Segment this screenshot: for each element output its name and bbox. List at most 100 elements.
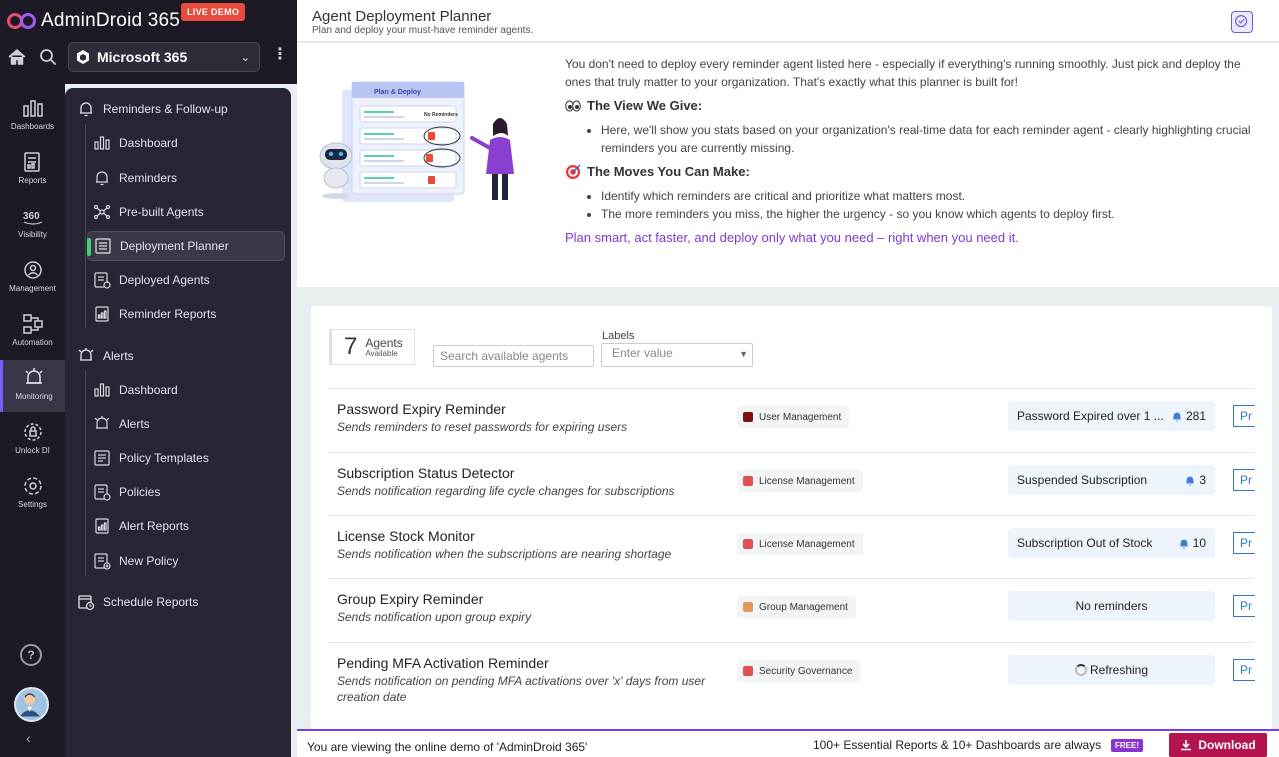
sidebar-item-policy-templates[interactable]: Policy Templates bbox=[87, 443, 285, 473]
rail-item-reports[interactable]: Reports bbox=[0, 144, 65, 196]
sidebar-item-alert-reports[interactable]: Alert Reports bbox=[87, 511, 285, 541]
bell-icon bbox=[1172, 412, 1181, 421]
rail-item-unlock-di[interactable]: Unlock DI bbox=[0, 414, 65, 466]
agent-description: Sends notification regarding life cycle … bbox=[337, 484, 675, 498]
sidebar: Reminders & Follow-up Dashboard Reminder… bbox=[65, 88, 291, 757]
sidebar-item-prebuilt-agents[interactable]: Pre-built Agents bbox=[87, 197, 285, 227]
agent-category-label: User Management bbox=[759, 411, 842, 423]
rail-item-dashboards[interactable]: Dashboards bbox=[0, 90, 65, 142]
bar-chart-icon bbox=[94, 383, 110, 397]
agent-stat-count: 3 bbox=[1185, 473, 1206, 487]
deployed-agents-icon bbox=[94, 272, 111, 289]
rail-item-monitoring[interactable]: Monitoring bbox=[0, 360, 65, 412]
download-button[interactable]: Download bbox=[1169, 733, 1267, 757]
agent-category-tag: License Management bbox=[737, 470, 863, 492]
agent-row[interactable]: Subscription Status Detector Sends notifi… bbox=[328, 452, 1255, 516]
agent-row[interactable]: License Stock Monitor Sends notification … bbox=[328, 515, 1255, 579]
eyes-icon bbox=[565, 100, 581, 112]
template-icon bbox=[94, 450, 110, 466]
rail-label: Settings bbox=[18, 500, 47, 509]
agent-stat: No reminders bbox=[1008, 591, 1215, 621]
view-heading: The View We Give: bbox=[565, 97, 1265, 115]
home-icon[interactable] bbox=[7, 48, 27, 66]
tenant-select[interactable]: Microsoft 365 ⌄ bbox=[68, 42, 260, 72]
user-avatar[interactable] bbox=[14, 687, 49, 722]
planner-icon bbox=[95, 238, 111, 254]
sidebar-item-reminders-dashboard[interactable]: Dashboard bbox=[87, 128, 285, 158]
search-agents-input[interactable] bbox=[433, 345, 594, 367]
calendar-clock-icon bbox=[78, 595, 95, 611]
more-options-icon[interactable]: ⋮ bbox=[272, 47, 288, 63]
sidebar-section-reminders[interactable]: Reminders & Follow-up bbox=[77, 100, 228, 118]
agent-stat[interactable]: Subscription Out of Stock 10 bbox=[1008, 528, 1215, 558]
agent-description: Sends reminders to reset passwords for e… bbox=[337, 420, 628, 434]
agent-title: Pending MFA Activation Reminder bbox=[337, 655, 549, 671]
agent-action-button[interactable]: Pr bbox=[1233, 532, 1255, 554]
sidebar-item-deployed-agents[interactable]: Deployed Agents bbox=[87, 265, 285, 295]
agent-stat[interactable]: Suspended Subscription 3 bbox=[1008, 465, 1215, 495]
brand-logo[interactable]: AdminDroid 365 bbox=[5, 8, 180, 34]
help-icon[interactable]: ? bbox=[20, 644, 42, 666]
sidebar-item-alerts-dashboard[interactable]: Dashboard bbox=[87, 375, 285, 405]
sidebar-item-label: Dashboard bbox=[119, 136, 178, 150]
rail-label: Management bbox=[9, 284, 56, 293]
agent-category-tag: Group Management bbox=[737, 596, 856, 618]
alarm-icon bbox=[25, 368, 43, 384]
tree-line bbox=[85, 124, 86, 328]
view-heading-text: The View We Give: bbox=[587, 98, 703, 113]
agent-category-tag: Security Governance bbox=[737, 660, 861, 682]
header-action-button[interactable] bbox=[1231, 11, 1253, 33]
sidebar-item-policies[interactable]: Policies bbox=[87, 477, 285, 507]
agent-row[interactable]: Pending MFA Activation Reminder Sends not… bbox=[328, 642, 1255, 706]
sidebar-item-label: Policy Templates bbox=[119, 451, 209, 465]
sidebar-item-deployment-planner[interactable]: Deployment Planner bbox=[87, 231, 285, 261]
demo-footer: You are viewing the online demo of 'Admi… bbox=[297, 729, 1279, 757]
sidebar-item-label: Reminders bbox=[119, 171, 178, 185]
collapse-sidebar-icon[interactable]: ‹ bbox=[26, 730, 31, 746]
sidebar-section-schedule-reports[interactable]: Schedule Reports bbox=[77, 593, 198, 611]
labels-filter-select[interactable]: Enter value ▼ bbox=[601, 343, 753, 367]
sidebar-item-label: Deployment Planner bbox=[120, 239, 229, 253]
intro-cta: Plan smart, act faster, and deploy only … bbox=[565, 230, 1019, 245]
report-icon bbox=[95, 306, 109, 322]
tag-color-dot bbox=[743, 666, 753, 676]
agent-row[interactable]: Group Expiry Reminder Sends notification … bbox=[328, 578, 1255, 642]
bell-icon bbox=[80, 102, 92, 117]
tag-color-dot bbox=[743, 412, 753, 422]
agent-category-tag: User Management bbox=[737, 406, 850, 428]
users-gear-icon bbox=[23, 261, 42, 279]
agent-title: Group Expiry Reminder bbox=[337, 591, 484, 607]
sidebar-item-alerts[interactable]: Alerts bbox=[87, 409, 285, 439]
intro-panel: Plan & Deploy No Reminders You don't nee… bbox=[297, 43, 1279, 287]
check-badge-icon bbox=[1235, 15, 1248, 28]
rail-item-visibility[interactable]: 360 Visibility bbox=[0, 198, 65, 250]
agent-action-button[interactable]: Pr bbox=[1233, 405, 1255, 427]
rail-item-automation[interactable]: Automation bbox=[0, 306, 65, 358]
agent-stat[interactable]: Password Expired over 1 ... 281 bbox=[1008, 401, 1215, 431]
sidebar-item-label: Alerts bbox=[119, 417, 150, 431]
agent-stat-count: 281 bbox=[1172, 409, 1206, 423]
agent-row[interactable]: Password Expiry Reminder Sends reminders … bbox=[328, 388, 1255, 452]
agent-description: Sends notification on pending MFA activa… bbox=[337, 674, 706, 704]
agent-category-tag: License Management bbox=[737, 533, 863, 555]
search-icon[interactable] bbox=[39, 48, 57, 66]
sidebar-section-alerts[interactable]: Alerts bbox=[77, 347, 134, 365]
brand-name: AdminDroid 365 bbox=[41, 10, 181, 31]
footer-demo-prefix: You are viewing the online demo of bbox=[307, 740, 494, 754]
moves-heading: The Moves You Can Make: bbox=[565, 163, 1265, 181]
sidebar-item-reminder-reports[interactable]: Reminder Reports bbox=[87, 299, 285, 329]
primary-nav-rail: Dashboards Reports 360 Visibility Manage… bbox=[0, 84, 65, 757]
microsoft-365-icon bbox=[77, 50, 89, 64]
sidebar-item-label: Policies bbox=[119, 485, 161, 499]
agent-action-button[interactable]: Pr bbox=[1233, 595, 1255, 617]
rail-label: Automation bbox=[12, 338, 53, 347]
rail-item-management[interactable]: Management bbox=[0, 252, 65, 304]
rail-item-settings[interactable]: Settings bbox=[0, 468, 65, 520]
sidebar-item-new-policy[interactable]: New Policy bbox=[87, 546, 285, 576]
intro-paragraph: You don't need to deploy every reminder … bbox=[565, 57, 1241, 89]
svg-text:360: 360 bbox=[23, 211, 40, 222]
agent-action-button[interactable]: Pr bbox=[1233, 659, 1255, 681]
agent-action-button[interactable]: Pr bbox=[1233, 469, 1255, 491]
sidebar-item-label: Alert Reports bbox=[119, 519, 190, 533]
sidebar-item-reminders[interactable]: Reminders bbox=[87, 163, 285, 193]
